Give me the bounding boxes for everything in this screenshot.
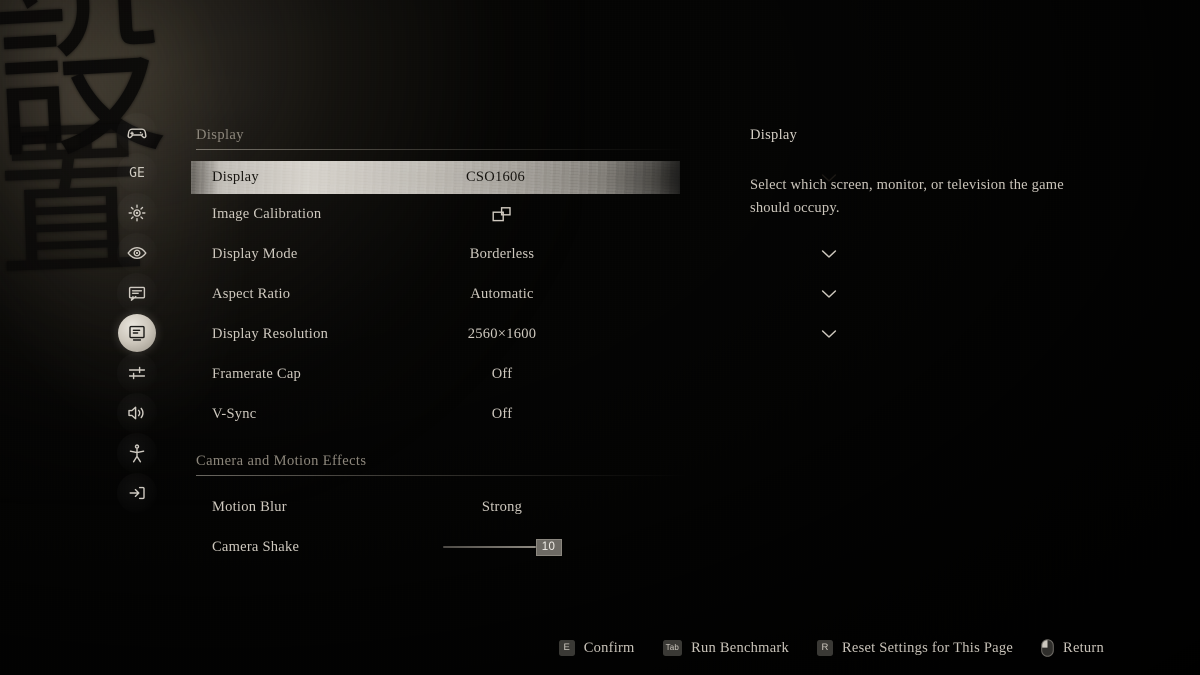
sidebar-item-subtitles[interactable] xyxy=(113,273,161,313)
setting-value: CSO1606 xyxy=(466,169,525,185)
sliders-icon xyxy=(128,366,146,380)
setting-row-display[interactable]: Display CSO1606 xyxy=(191,161,837,194)
monitor-icon xyxy=(129,325,145,341)
setting-label: Motion Blur xyxy=(212,498,287,515)
setting-row-camera-shake[interactable]: Camera Shake 10 xyxy=(196,527,688,567)
setting-value: Off xyxy=(491,405,513,422)
setting-row-v-sync[interactable]: V-Sync Off xyxy=(196,394,688,434)
section-header-camera-and-motion-effects: Camera and Motion Effects xyxy=(196,452,688,476)
chevron-down-icon[interactable] xyxy=(821,289,837,299)
section-rule xyxy=(196,149,688,150)
setting-label: Framerate Cap xyxy=(212,365,302,382)
hint-label: Reset Settings for This Page xyxy=(841,639,1014,656)
hint-label: Confirm xyxy=(583,639,635,656)
setting-row-display-mode[interactable]: Display Mode Borderless xyxy=(196,234,837,274)
hint-label: Run Benchmark xyxy=(691,639,789,656)
section-header-display: Display xyxy=(196,126,688,150)
sidebar-item-language[interactable]: GE xyxy=(113,153,161,193)
hint-reset-settings[interactable]: R Reset Settings for This Page xyxy=(816,639,1014,657)
description-panel: Display Select which screen, monitor, or… xyxy=(750,127,1070,220)
key-badge-tab: Tab xyxy=(662,640,683,656)
sidebar-nav: GE xyxy=(113,113,161,513)
slider-track[interactable] xyxy=(442,546,536,548)
setting-label: Display Resolution xyxy=(212,325,329,342)
sidebar-item-gamepad[interactable] xyxy=(113,113,161,153)
camera-shake-slider[interactable]: 10 xyxy=(256,538,748,556)
eye-icon xyxy=(127,247,147,259)
description-body: Select which screen, monitor, or televis… xyxy=(750,177,1064,216)
setting-label: V-Sync xyxy=(212,405,257,422)
setting-value: 2560×1600 xyxy=(467,325,537,342)
section-rule xyxy=(196,475,688,476)
exit-icon xyxy=(129,486,145,500)
sidebar-item-accessibility[interactable] xyxy=(113,433,161,473)
setting-value: Borderless xyxy=(469,245,535,262)
gear-icon xyxy=(128,204,146,222)
setting-value: Off xyxy=(491,365,513,382)
speaker-icon xyxy=(128,406,144,420)
setting-row-framerate-cap[interactable]: Framerate Cap Off xyxy=(196,354,688,394)
hint-confirm[interactable]: E Confirm xyxy=(558,639,635,657)
description-title: Display xyxy=(750,127,798,143)
setting-row-display-resolution[interactable]: Display Resolution 2560×1600 xyxy=(196,314,837,354)
setting-row-image-calibration[interactable]: Image Calibration xyxy=(196,194,688,234)
sidebar-item-graphics[interactable] xyxy=(113,353,161,393)
key-badge-r: R xyxy=(816,640,833,656)
chevron-down-icon[interactable] xyxy=(821,329,837,339)
sidebar-item-gameplay[interactable] xyxy=(113,193,161,233)
section-title: Display xyxy=(196,127,244,143)
setting-value: Strong xyxy=(481,498,523,515)
setting-label: Display Mode xyxy=(212,245,298,262)
language-ge-icon: GE xyxy=(129,165,145,181)
setting-label: Display xyxy=(212,169,259,185)
settings-list: Display Display CSO1606 Image Calibratio… xyxy=(191,126,837,567)
hint-run-benchmark[interactable]: Tab Run Benchmark xyxy=(662,639,789,657)
sidebar-item-vision[interactable] xyxy=(113,233,161,273)
key-badge-e: E xyxy=(558,640,575,656)
chevron-down-icon[interactable] xyxy=(821,249,837,259)
setting-label: Aspect Ratio xyxy=(212,285,291,302)
sidebar-item-audio[interactable] xyxy=(113,393,161,433)
setting-row-aspect-ratio[interactable]: Aspect Ratio Automatic xyxy=(196,274,837,314)
sidebar-item-quit[interactable] xyxy=(113,473,161,513)
key-hints-bar: E Confirm Tab Run Benchmark R Reset Sett… xyxy=(0,639,1200,657)
hint-label: Return xyxy=(1063,639,1104,656)
setting-value: Automatic xyxy=(470,285,534,302)
setting-row-motion-blur[interactable]: Motion Blur Strong xyxy=(196,487,688,527)
speech-bubble-icon xyxy=(128,286,146,301)
mouse-icon xyxy=(1041,639,1054,657)
image-calibration-icon[interactable] xyxy=(256,206,748,223)
slider-value: 10 xyxy=(535,538,562,556)
sidebar-item-display[interactable] xyxy=(113,313,161,353)
section-title: Camera and Motion Effects xyxy=(196,453,367,469)
accessibility-icon xyxy=(129,443,145,462)
hint-return[interactable]: Return xyxy=(1041,639,1104,657)
gamepad-icon xyxy=(127,128,147,139)
